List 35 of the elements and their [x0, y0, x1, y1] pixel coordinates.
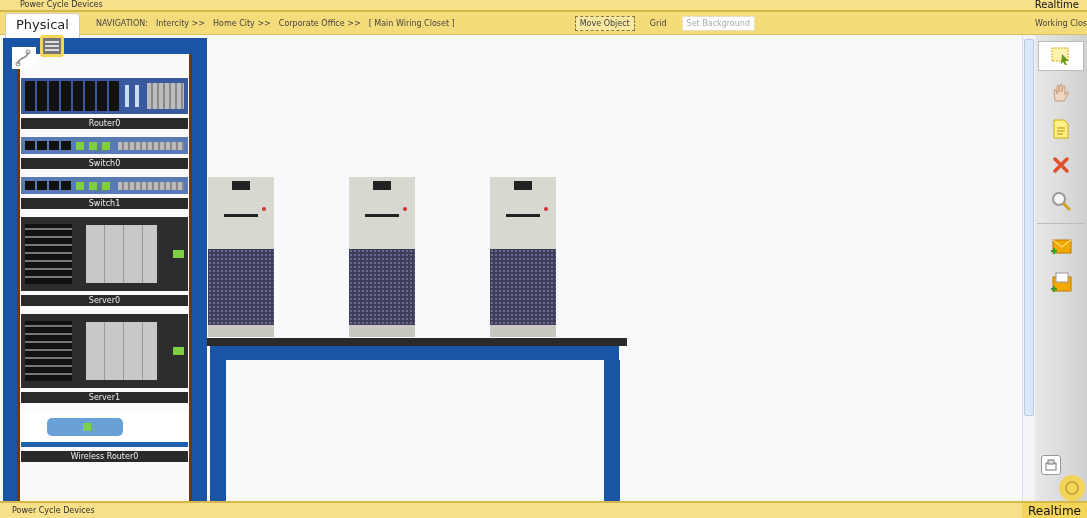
toolbar-button[interactable]: Move Object [574, 15, 635, 31]
realtime-label: Realtime [1028, 503, 1081, 518]
toolbar-button[interactable]: Grid [644, 15, 672, 31]
server-drawing[interactable] [21, 314, 188, 388]
breadcrumb-link[interactable]: Intercity >> [155, 18, 205, 28]
location-label: Working Clos [1034, 18, 1087, 28]
router-drawing[interactable] [21, 78, 188, 114]
cable-icon[interactable] [12, 47, 36, 69]
device-label: Wireless Router0 [21, 451, 188, 462]
navigation-label: NAVIGATION: [95, 18, 148, 28]
device-label: Server0 [21, 295, 188, 306]
switch-drawing[interactable] [21, 137, 188, 154]
device-label: Router0 [21, 118, 188, 129]
power-cycle-button[interactable]: Power Cycle Devices [12, 506, 95, 515]
wireless-router-drawing[interactable] [21, 411, 188, 447]
vertical-scrollbar[interactable] [1022, 35, 1035, 501]
physical-tab[interactable]: Physical [5, 13, 80, 38]
pc-tower-drawing[interactable] [349, 177, 415, 337]
device-label: Switch1 [21, 198, 188, 209]
power-cycle-label[interactable]: Power Cycle Devices [20, 0, 103, 10]
pc-tower-drawing[interactable] [208, 177, 274, 337]
breadcrumb-link[interactable]: Home City >> [213, 18, 271, 28]
device-label: Switch0 [21, 158, 188, 169]
selection-icon[interactable] [1038, 41, 1084, 71]
palette-icon[interactable] [1041, 455, 1061, 475]
clock-icon [1059, 475, 1085, 501]
switch-drawing[interactable] [21, 177, 188, 194]
list-icon[interactable] [40, 35, 64, 57]
pc-tower-drawing[interactable] [490, 177, 556, 337]
breadcrumb-link[interactable]: Corporate Office >> [278, 18, 361, 28]
realtime-tab[interactable]: Realtime [1022, 503, 1087, 518]
mode-label: Realtime [1034, 0, 1079, 10]
device-label: Server1 [21, 392, 188, 403]
server-drawing[interactable] [21, 217, 188, 291]
breadcrumb-link[interactable]: [ Main Wiring Closet ] [368, 18, 455, 28]
